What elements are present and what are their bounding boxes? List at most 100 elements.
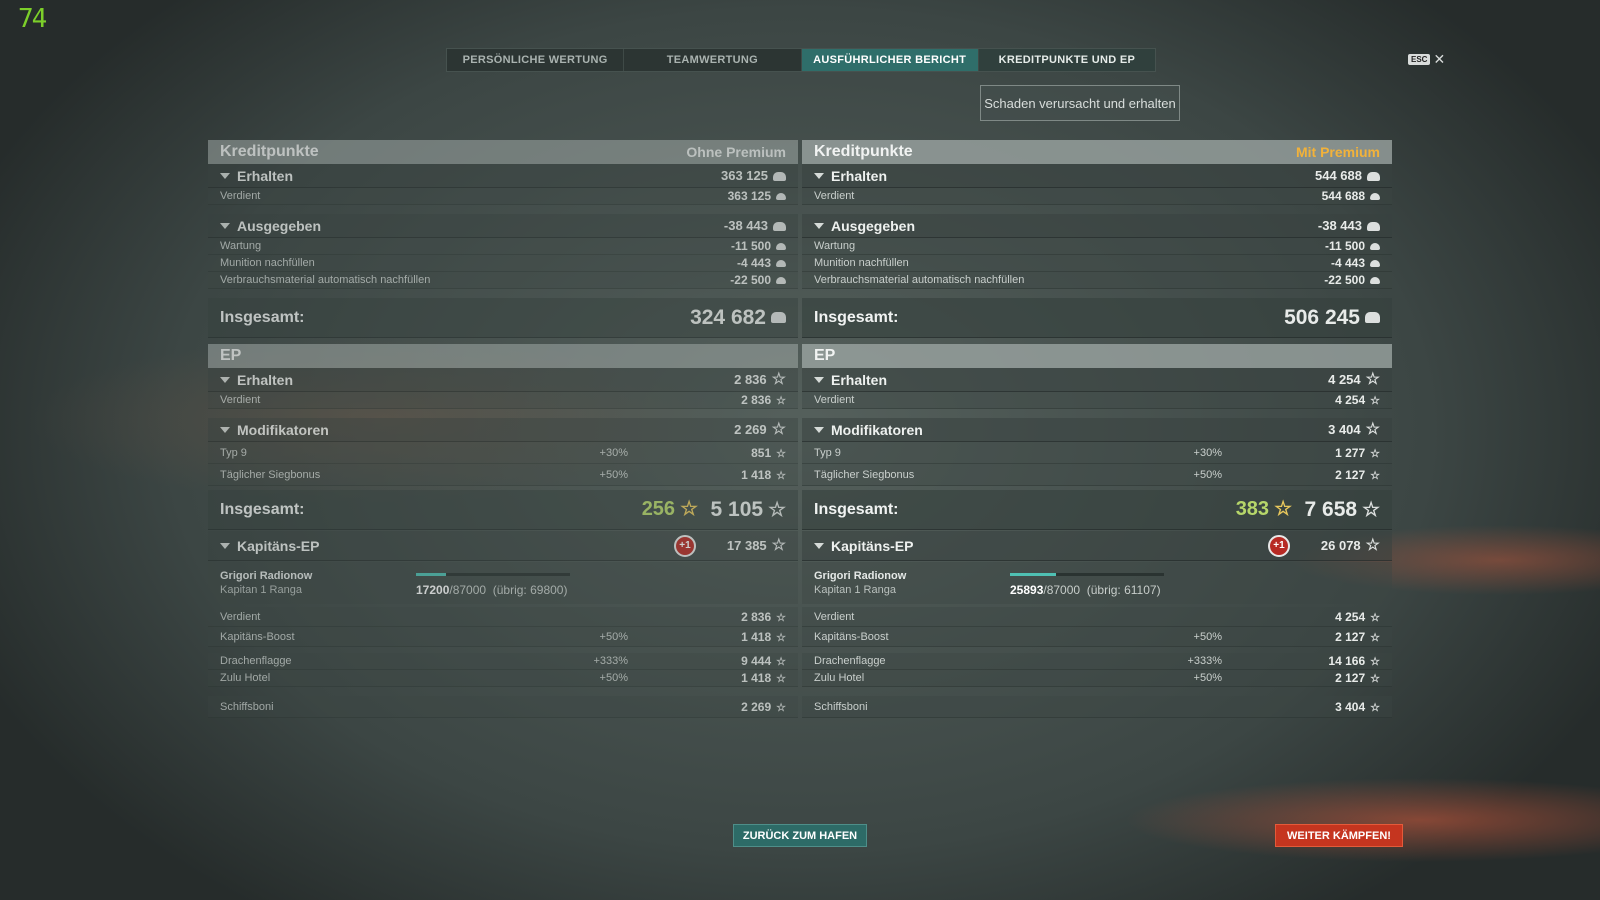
ammo-row: Munition nachfüllen -4 443 xyxy=(802,255,1392,272)
chevron-down-icon xyxy=(814,426,824,433)
credits-icon xyxy=(776,243,786,251)
credits-icon xyxy=(1370,260,1380,268)
row-percent: +50% xyxy=(599,468,628,481)
star-icon: ☆ xyxy=(776,656,786,668)
captain-xp-row[interactable]: Kapitäns-EP +1 26 078 ☆ xyxy=(802,531,1392,561)
modifiers-value: 2 269 ☆ xyxy=(734,421,786,438)
free-xp-value: 256 ☆ xyxy=(641,498,698,520)
credits-earned-row[interactable]: Erhalten 363 125 xyxy=(208,164,798,188)
credits-title: Kreditpunkte xyxy=(814,143,913,160)
row-label: Täglicher Siegbonus xyxy=(814,468,915,481)
captain-boost-row: Kapitäns-Boost +50% 1 418 ☆ xyxy=(208,627,798,647)
tab-personal-score[interactable]: PERSÖNLICHE WERTUNG xyxy=(447,49,625,71)
captain-xp-progress-bar xyxy=(1010,573,1164,576)
star-icon: ☆ xyxy=(776,611,786,624)
zulu-hotel-row: Zulu Hotel +50% 1 418 ☆ xyxy=(208,670,798,687)
close-button[interactable]: ESC ✕ xyxy=(1408,52,1445,66)
row-value: -22 500 xyxy=(706,273,786,287)
consumables-row: Verbrauchsmaterial automatisch nachfülle… xyxy=(208,272,798,289)
damage-dealt-received-button[interactable]: Schaden verursacht und erhalten xyxy=(980,85,1180,121)
credits-earned-label: Erhalten xyxy=(220,168,706,184)
xp-earned-row[interactable]: Erhalten 2 836 ☆ xyxy=(208,368,798,392)
row-value: 1 418 ☆ xyxy=(741,467,786,482)
row-percent: +50% xyxy=(1193,672,1222,684)
star-icon: ☆ xyxy=(1370,656,1380,668)
credits-icon xyxy=(773,222,786,232)
star-icon: ☆ xyxy=(1370,611,1380,624)
consumables-row: Verbrauchsmaterial automatisch nachfülle… xyxy=(802,272,1392,289)
star-icon: ☆ xyxy=(1370,395,1380,407)
row-value: 2 127 ☆ xyxy=(1335,467,1380,482)
free-xp-value: 383 ☆ xyxy=(1235,498,1292,520)
row-percent: +30% xyxy=(599,446,628,459)
credits-icon xyxy=(773,172,786,182)
star-icon: ☆ xyxy=(768,498,786,521)
row-label: Drachenflagge xyxy=(220,655,292,667)
keep-fighting-button[interactable]: WEITER KÄMPFEN! xyxy=(1275,824,1403,847)
maintenance-row: Wartung -11 500 xyxy=(802,238,1392,255)
captain-name: Grigori Radionow xyxy=(814,570,907,582)
tab-detailed-report[interactable]: AUSFÜHRLICHER BERICHT xyxy=(801,49,979,71)
row-value: 2 836 ☆ xyxy=(741,609,786,624)
xp-total-row: Insgesamt: 383 ☆ 7 658 ☆ xyxy=(802,490,1392,530)
ship-bonus-row: Schiffsboni 2 269 ☆ xyxy=(208,696,798,718)
row-label: Verdient xyxy=(220,394,261,406)
credits-icon xyxy=(1370,243,1380,251)
captain-xp-value: 17 385 ☆ xyxy=(726,537,786,554)
captain-verdient-row: Verdient 4 254 ☆ xyxy=(802,607,1392,627)
xp-total-row: Insgesamt: 256 ☆ 5 105 ☆ xyxy=(208,490,798,530)
tab-credits-and-xp[interactable]: KREDITPUNKTE UND EP xyxy=(978,49,1155,71)
xp-earned-label: Erhalten xyxy=(814,372,1300,388)
row-percent: +333% xyxy=(593,655,628,667)
credits-total-row: Insgesamt: 506 245 xyxy=(802,298,1392,338)
chevron-down-icon xyxy=(814,542,824,549)
plus-one-badge: +1 xyxy=(674,534,696,557)
captain-info: Grigori Radionow Kapitan 1 Ranga 17200/8… xyxy=(208,562,798,604)
credits-spent-row[interactable]: Ausgegeben -38 443 xyxy=(802,214,1392,238)
row-value: 2 127 ☆ xyxy=(1335,629,1380,644)
credits-spent-label: Ausgegeben xyxy=(814,218,1300,234)
captain-xp-progress-text: 25893/87000 (übrig: 61107) xyxy=(1010,583,1161,597)
star-icon: ☆ xyxy=(771,421,786,438)
credits-spent-row[interactable]: Ausgegeben -38 443 xyxy=(208,214,798,238)
credits-earned-row[interactable]: Erhalten 544 688 xyxy=(802,164,1392,188)
row-label: Wartung xyxy=(814,240,856,252)
chevron-down-icon xyxy=(220,172,230,179)
credits-icon xyxy=(776,260,786,268)
captain-xp-progress-bar xyxy=(416,573,570,576)
row-value: -4 443 xyxy=(1300,256,1380,270)
row-value: -11 500 xyxy=(706,239,786,253)
captain-xp-row[interactable]: Kapitäns-EP +1 17 385 ☆ xyxy=(208,531,798,561)
row-value: 14 166 ☆ xyxy=(1328,654,1380,668)
modifiers-row[interactable]: Modifikatoren 3 404 ☆ xyxy=(802,418,1392,442)
zulu-hotel-row: Zulu Hotel +50% 2 127 ☆ xyxy=(802,670,1392,687)
ship-bonus-row: Schiffsboni 3 404 ☆ xyxy=(802,696,1392,718)
star-icon: ☆ xyxy=(1365,421,1380,438)
xp-earned-label: Erhalten xyxy=(220,372,706,388)
credits-title: Kreditpunkte xyxy=(220,143,319,160)
tab-bar: PERSÖNLICHE WERTUNG TEAMWERTUNG AUSFÜHRL… xyxy=(446,48,1156,72)
credits-total-value: 324 682 xyxy=(690,306,786,330)
row-label: Verdient xyxy=(814,190,855,202)
captain-xp-label: Kapitäns-EP xyxy=(814,538,1268,554)
row-label: Schiffsboni xyxy=(220,700,274,713)
star-icon: ☆ xyxy=(776,447,786,460)
premium-label: Ohne Premium xyxy=(686,144,786,160)
premium-label: Mit Premium xyxy=(1295,144,1380,160)
xp-earned-row[interactable]: Erhalten 4 254 ☆ xyxy=(802,368,1392,392)
return-to-port-button[interactable]: ZURÜCK ZUM HAFEN xyxy=(733,824,867,847)
captain-xp-progress-fill xyxy=(416,573,447,576)
row-label: Typ 9 xyxy=(220,446,247,459)
tab-team-score[interactable]: TEAMWERTUNG xyxy=(624,49,802,71)
fps-counter: 74 xyxy=(18,4,47,34)
row-value: 1 418 ☆ xyxy=(741,629,786,644)
xp-header: EP xyxy=(208,344,798,368)
modifiers-row[interactable]: Modifikatoren 2 269 ☆ xyxy=(208,418,798,442)
total-label: Insgesamt: xyxy=(814,500,899,518)
credits-icon xyxy=(1367,172,1380,182)
star-icon: ☆ xyxy=(776,673,786,685)
row-value: 9 444 ☆ xyxy=(741,654,786,668)
row-label: Wartung xyxy=(220,240,262,252)
row-label: Schiffsboni xyxy=(814,700,868,713)
chevron-down-icon xyxy=(220,376,230,383)
